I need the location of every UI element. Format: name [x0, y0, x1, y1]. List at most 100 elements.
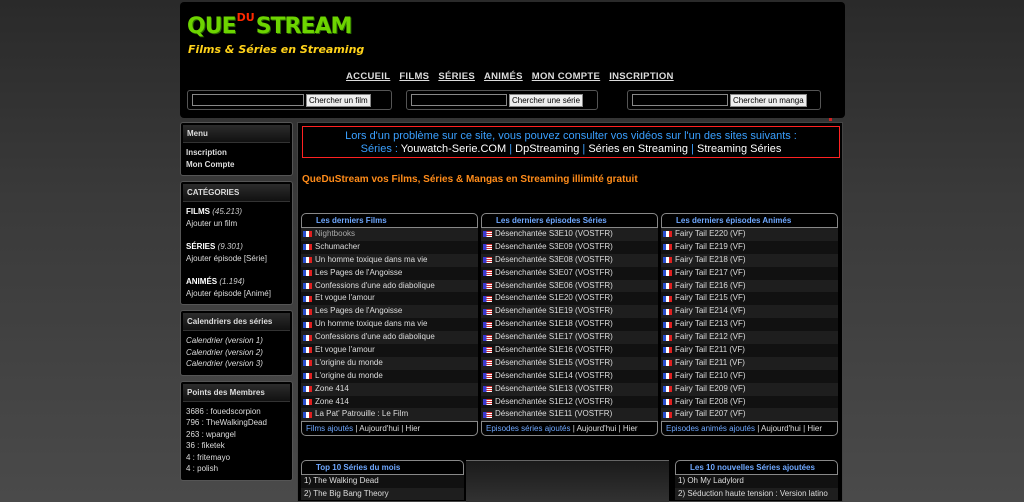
nav-films[interactable]: FILMS	[399, 71, 429, 82]
animes-list-item[interactable]: Fairy Tail E208 (VF)	[661, 395, 838, 409]
cat-animes[interactable]: ANIMÉS	[186, 277, 217, 286]
films-list-item[interactable]: Nightbooks	[301, 228, 478, 241]
member-points[interactable]: 796 : TheWalkingDead	[186, 417, 287, 429]
animes-list-item[interactable]: Fairy Tail E207 (VF)	[661, 408, 838, 422]
series-item-label: Désenchantée S1E15 (VOSTFR)	[495, 357, 613, 367]
films-today-link[interactable]: Aujourd'hui	[359, 424, 399, 433]
animes-list-item[interactable]: Fairy Tail E216 (VF)	[661, 279, 838, 293]
films-list-item[interactable]: Un homme toxique dans ma vie	[301, 253, 478, 267]
films-list-item[interactable]: Les Pages de l'Angoisse	[301, 266, 478, 280]
film-search-input[interactable]	[192, 94, 304, 106]
films-list-item[interactable]: Les Pages de l'Angoisse	[301, 305, 478, 319]
calendar-link-2[interactable]: Calendrier (version 2)	[186, 347, 287, 359]
series-item-label: Désenchantée S1E12 (VOSTFR)	[495, 396, 613, 406]
serie-search-button[interactable]: Chercher une série	[509, 93, 584, 107]
add-anime-link[interactable]: Ajouter épisode [Animé]	[186, 288, 287, 300]
animes-list-item[interactable]: Fairy Tail E218 (VF)	[661, 253, 838, 267]
cat-films[interactable]: FILMS	[186, 207, 210, 216]
nav-inscription[interactable]: INSCRIPTION	[609, 71, 674, 82]
films-list-item[interactable]: La Pat' Patrouille : Le Film	[301, 408, 478, 422]
member-points[interactable]: 3686 : fouedscorpion	[186, 406, 287, 418]
top10-item[interactable]: 2) The Big Bang Theory	[301, 487, 464, 500]
films-list-item[interactable]: L'origine du monde	[301, 356, 478, 370]
films-list-item[interactable]: Et vogue l'amour	[301, 292, 478, 306]
animes-list-item[interactable]: Fairy Tail E209 (VF)	[661, 382, 838, 396]
animes-added-link[interactable]: Episodes animés ajoutés	[666, 424, 755, 433]
sidebar-inscription[interactable]: Inscription	[186, 147, 287, 159]
member-points[interactable]: 36 : fiketek	[186, 440, 287, 452]
add-film-link[interactable]: Ajouter un film	[186, 218, 287, 230]
member-points[interactable]: 4 : fritemayo	[186, 452, 287, 464]
animes-list-item[interactable]: Fairy Tail E217 (VF)	[661, 266, 838, 280]
films-list-item[interactable]: L'origine du monde	[301, 369, 478, 383]
cat-series[interactable]: SÉRIES	[186, 242, 215, 251]
films-list-item[interactable]: Schumacher	[301, 240, 478, 254]
series-list-item[interactable]: Désenchantée S1E16 (VOSTFR)	[481, 344, 658, 357]
sidebar-mon-compte[interactable]: Mon Compte	[186, 159, 287, 171]
series-list-item[interactable]: Désenchantée S1E13 (VOSTFR)	[481, 382, 658, 396]
member-points[interactable]: 4 : polish	[186, 463, 287, 475]
films-list-item[interactable]: Zone 414	[301, 395, 478, 409]
series-today-link[interactable]: Aujourd'hui	[577, 424, 617, 433]
top10-item[interactable]: 1) The Walking Dead	[301, 475, 464, 488]
nav-mon-compte[interactable]: MON COMPTE	[532, 71, 600, 82]
series-list-item[interactable]: Désenchantée S3E06 (VOSTFR)	[481, 279, 658, 293]
films-list-item[interactable]: Un homme toxique dans ma vie	[301, 318, 478, 332]
nav-animes[interactable]: ANIMÉS	[484, 71, 523, 82]
film-search-button[interactable]: Chercher un film	[306, 93, 371, 107]
series-list-item[interactable]: Désenchantée S1E11 (VOSTFR)	[481, 408, 658, 422]
films-list-item[interactable]: Et vogue l'amour	[301, 344, 478, 357]
animes-list-item[interactable]: Fairy Tail E220 (VF)	[661, 228, 838, 241]
manga-search-input[interactable]	[632, 94, 728, 106]
new-series-item[interactable]: 2) Séduction haute tension : Version lat…	[675, 487, 838, 500]
series-list-item[interactable]: Désenchantée S1E20 (VOSTFR)	[481, 292, 658, 306]
films-item-label: Confessions d'une ado diabolique	[315, 280, 435, 290]
films-item-label: Zone 414	[315, 396, 349, 406]
french-flag-icon	[663, 231, 672, 238]
serie-search-input[interactable]	[411, 94, 507, 106]
series-list-item[interactable]: Désenchantée S1E19 (VOSTFR)	[481, 305, 658, 319]
nav-accueil[interactable]: ACCUEIL	[346, 71, 390, 82]
series-list-item[interactable]: Désenchantée S1E12 (VOSTFR)	[481, 395, 658, 409]
series-item-label: Désenchantée S3E08 (VOSTFR)	[495, 254, 613, 264]
manga-search-button[interactable]: Chercher un manga	[730, 93, 807, 107]
series-yesterday-link[interactable]: Hier	[623, 424, 638, 433]
nav-series[interactable]: SÉRIES	[438, 71, 475, 82]
alert-site-link[interactable]: Streaming Séries	[697, 143, 781, 155]
series-list-item[interactable]: Désenchantée S1E15 (VOSTFR)	[481, 356, 658, 370]
calendar-link-1[interactable]: Calendrier (version 1)	[186, 335, 287, 347]
member-points[interactable]: 263 : wpangel	[186, 429, 287, 441]
films-added-link[interactable]: Films ajoutés	[306, 424, 353, 433]
animes-list-item[interactable]: Fairy Tail E214 (VF)	[661, 305, 838, 319]
series-list-item[interactable]: Désenchantée S3E09 (VOSTFR)	[481, 240, 658, 254]
series-list-item[interactable]: Désenchantée S1E18 (VOSTFR)	[481, 318, 658, 332]
films-list-item[interactable]: Zone 414	[301, 382, 478, 396]
animes-list-item[interactable]: Fairy Tail E210 (VF)	[661, 369, 838, 383]
films-list-item[interactable]: Confessions d'une ado diabolique	[301, 331, 478, 345]
animes-list-item[interactable]: Fairy Tail E219 (VF)	[661, 240, 838, 254]
series-added-link[interactable]: Episodes séries ajoutés	[486, 424, 571, 433]
series-list-item[interactable]: Désenchantée S1E14 (VOSTFR)	[481, 369, 658, 383]
animes-list-item[interactable]: Fairy Tail E212 (VF)	[661, 331, 838, 345]
animes-yesterday-link[interactable]: Hier	[807, 424, 822, 433]
alert-site-link[interactable]: Séries en Streaming	[588, 143, 688, 155]
series-list-item[interactable]: Désenchantée S1E17 (VOSTFR)	[481, 331, 658, 345]
add-serie-link[interactable]: Ajouter épisode [Série]	[186, 253, 287, 265]
alert-site-link[interactable]: Youwatch-Serie.COM	[401, 143, 506, 155]
films-list-item[interactable]: Confessions d'une ado diabolique	[301, 279, 478, 293]
center-box	[466, 460, 669, 502]
animes-today-link[interactable]: Aujourd'hui	[761, 424, 801, 433]
series-list-item[interactable]: Désenchantée S3E07 (VOSTFR)	[481, 266, 658, 280]
series-list-item[interactable]: Désenchantée S3E08 (VOSTFR)	[481, 253, 658, 267]
new-series-item[interactable]: 1) Oh My Ladylord	[675, 475, 838, 488]
films-yesterday-link[interactable]: Hier	[406, 424, 421, 433]
animes-list-item[interactable]: Fairy Tail E215 (VF)	[661, 292, 838, 306]
alert-site-link[interactable]: DpStreaming	[515, 143, 579, 155]
site-logo[interactable]: QUEDUSTREAM	[187, 11, 352, 42]
calendar-link-3[interactable]: Calendrier (version 3)	[186, 358, 287, 370]
series-list-item[interactable]: Désenchantée S3E10 (VOSTFR)	[481, 228, 658, 241]
us-flag-icon	[483, 399, 492, 406]
animes-list-item[interactable]: Fairy Tail E213 (VF)	[661, 318, 838, 332]
animes-list-item[interactable]: Fairy Tail E211 (VF)	[661, 344, 838, 357]
animes-list-item[interactable]: Fairy Tail E211 (VF)	[661, 356, 838, 370]
